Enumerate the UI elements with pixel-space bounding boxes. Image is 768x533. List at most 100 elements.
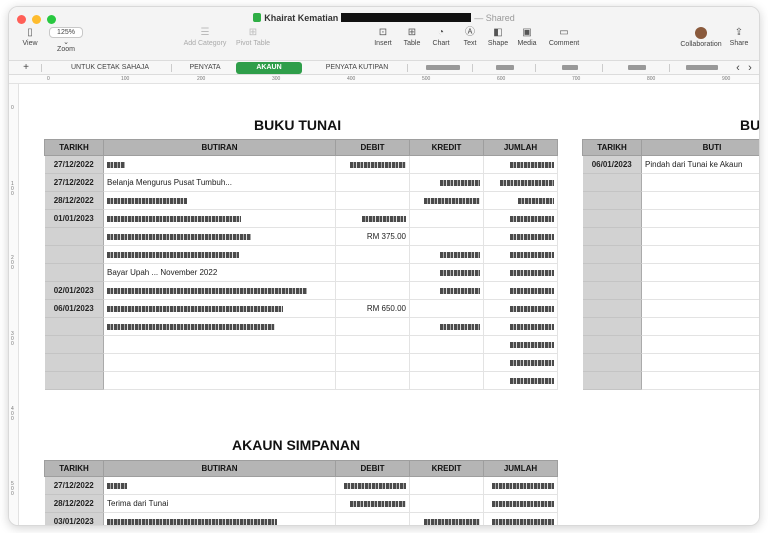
- media-button[interactable]: ▣ Media: [515, 27, 539, 47]
- akaun-simpanan-table[interactable]: TARIKH BUTIRAN DEBIT KREDIT JUMLAH 27/12…: [44, 460, 558, 525]
- date-cell[interactable]: 27/12/2022: [44, 173, 104, 192]
- total-cell[interactable]: [483, 476, 558, 495]
- date-cell[interactable]: [44, 245, 104, 264]
- description-cell[interactable]: [103, 299, 336, 318]
- debit-cell[interactable]: [335, 155, 410, 174]
- col-header-kredit[interactable]: KREDIT: [409, 139, 484, 156]
- debit-cell[interactable]: [335, 191, 410, 210]
- table-row[interactable]: 27/12/2022: [44, 155, 558, 174]
- debit-cell[interactable]: RM 375.00: [335, 227, 410, 246]
- shape-button[interactable]: ◧ Shape: [486, 27, 510, 47]
- total-cell[interactable]: [483, 371, 558, 390]
- date-cell[interactable]: [44, 353, 104, 372]
- description-cell[interactable]: [641, 173, 759, 192]
- table-row[interactable]: [44, 245, 558, 264]
- table-row[interactable]: [44, 353, 558, 372]
- collaboration-button[interactable]: Collaboration: [679, 27, 723, 48]
- description-cell[interactable]: [641, 209, 759, 228]
- description-cell[interactable]: [103, 371, 336, 390]
- table-row[interactable]: [582, 227, 759, 246]
- date-cell[interactable]: [582, 317, 642, 336]
- tabs-scroll-right-button[interactable]: ›: [745, 61, 755, 75]
- description-cell[interactable]: [103, 317, 336, 336]
- debit-cell[interactable]: [335, 263, 410, 282]
- insert-button[interactable]: ⊡ Insert: [370, 27, 396, 47]
- table-row[interactable]: 01/01/2023: [44, 209, 558, 228]
- table-row[interactable]: [44, 371, 558, 390]
- description-cell[interactable]: [103, 227, 336, 246]
- description-cell[interactable]: [641, 281, 759, 300]
- debit-cell[interactable]: [335, 512, 410, 525]
- share-button[interactable]: ⇪ Share: [727, 27, 751, 47]
- total-cell[interactable]: [483, 335, 558, 354]
- debit-cell[interactable]: [335, 173, 410, 192]
- table-row[interactable]: 03/01/2023: [44, 512, 558, 525]
- credit-cell[interactable]: [409, 494, 484, 513]
- tab-redacted-5[interactable]: [672, 61, 732, 75]
- date-cell[interactable]: [582, 263, 642, 282]
- table-row[interactable]: 06/01/2023 RM 650.00: [44, 299, 558, 318]
- description-cell[interactable]: [103, 476, 336, 495]
- date-cell[interactable]: [44, 371, 104, 390]
- comment-button[interactable]: ▭ Comment: [547, 27, 581, 47]
- credit-cell[interactable]: [409, 476, 484, 495]
- description-cell[interactable]: [641, 227, 759, 246]
- description-cell[interactable]: Bayar Upah ... November 2022: [103, 263, 336, 282]
- col-header-butiran[interactable]: BUTIRAN: [103, 139, 336, 156]
- table-row[interactable]: [582, 209, 759, 228]
- date-cell[interactable]: [582, 299, 642, 318]
- table-row[interactable]: 28/12/2022: [44, 191, 558, 210]
- credit-cell[interactable]: [409, 263, 484, 282]
- credit-cell[interactable]: [409, 299, 484, 318]
- table-row[interactable]: [44, 317, 558, 336]
- table-row[interactable]: Bayar Upah ... November 2022: [44, 263, 558, 282]
- credit-cell[interactable]: [409, 209, 484, 228]
- tab-redacted-4[interactable]: [605, 61, 669, 75]
- zoom-select[interactable]: 125% ⌄: [49, 27, 83, 46]
- col-header-debit[interactable]: DEBIT: [335, 460, 410, 477]
- table-row[interactable]: [582, 281, 759, 300]
- date-cell[interactable]: [44, 227, 104, 246]
- total-cell[interactable]: [483, 494, 558, 513]
- description-cell[interactable]: [103, 335, 336, 354]
- zoom-control[interactable]: 125% ⌄ Zoom: [49, 27, 83, 53]
- table-row[interactable]: [582, 245, 759, 264]
- table-button[interactable]: ⊞ Table: [400, 27, 424, 47]
- table-row[interactable]: [582, 353, 759, 372]
- credit-cell[interactable]: [409, 173, 484, 192]
- description-cell[interactable]: Terima dari Tunai: [103, 494, 336, 513]
- description-cell[interactable]: [103, 155, 336, 174]
- col-header-butiran[interactable]: BUTI: [641, 139, 759, 156]
- table-row[interactable]: 27/12/2022 Belanja Mengurus Pusat Tumbuh…: [44, 173, 558, 192]
- credit-cell[interactable]: [409, 353, 484, 372]
- description-cell[interactable]: [641, 245, 759, 264]
- col-header-tarikh[interactable]: TARIKH: [44, 139, 104, 156]
- tab-penyata-kutipan[interactable]: PENYATA KUTIPAN: [307, 61, 407, 75]
- credit-cell[interactable]: [409, 245, 484, 264]
- pivot-table-button[interactable]: ⊞ Pivot Table: [233, 27, 273, 47]
- total-cell[interactable]: [483, 245, 558, 264]
- debit-cell[interactable]: [335, 209, 410, 228]
- tab-redacted-3[interactable]: [538, 61, 602, 75]
- credit-cell[interactable]: [409, 281, 484, 300]
- tab-untuk-cetak-sahaja[interactable]: UNTUK CETAK SAHAJA: [49, 61, 171, 75]
- credit-cell[interactable]: [409, 227, 484, 246]
- date-cell[interactable]: 27/12/2022: [44, 155, 104, 174]
- buku-second-table[interactable]: TARIKH BUTI 06/01/2023 Pindah dari Tunai …: [582, 139, 759, 390]
- col-header-jumlah[interactable]: JUMLAH: [483, 139, 558, 156]
- table-row[interactable]: 02/01/2023: [44, 281, 558, 300]
- debit-cell[interactable]: [335, 371, 410, 390]
- credit-cell[interactable]: [409, 191, 484, 210]
- total-cell[interactable]: [483, 512, 558, 525]
- add-category-button[interactable]: ☰ Add Category: [181, 27, 229, 47]
- col-header-jumlah[interactable]: JUMLAH: [483, 460, 558, 477]
- add-sheet-button[interactable]: +: [19, 61, 33, 75]
- total-cell[interactable]: [483, 317, 558, 336]
- table-row[interactable]: 06/01/2023 Pindah dari Tunai ke Akaun: [582, 155, 759, 174]
- buku-tunai-table[interactable]: TARIKH BUTIRAN DEBIT KREDIT JUMLAH 27/12…: [44, 139, 558, 390]
- col-header-butiran[interactable]: BUTIRAN: [103, 460, 336, 477]
- date-cell[interactable]: [582, 281, 642, 300]
- description-cell[interactable]: Belanja Mengurus Pusat Tumbuh...: [103, 173, 336, 192]
- table-row[interactable]: [582, 191, 759, 210]
- description-cell[interactable]: [641, 353, 759, 372]
